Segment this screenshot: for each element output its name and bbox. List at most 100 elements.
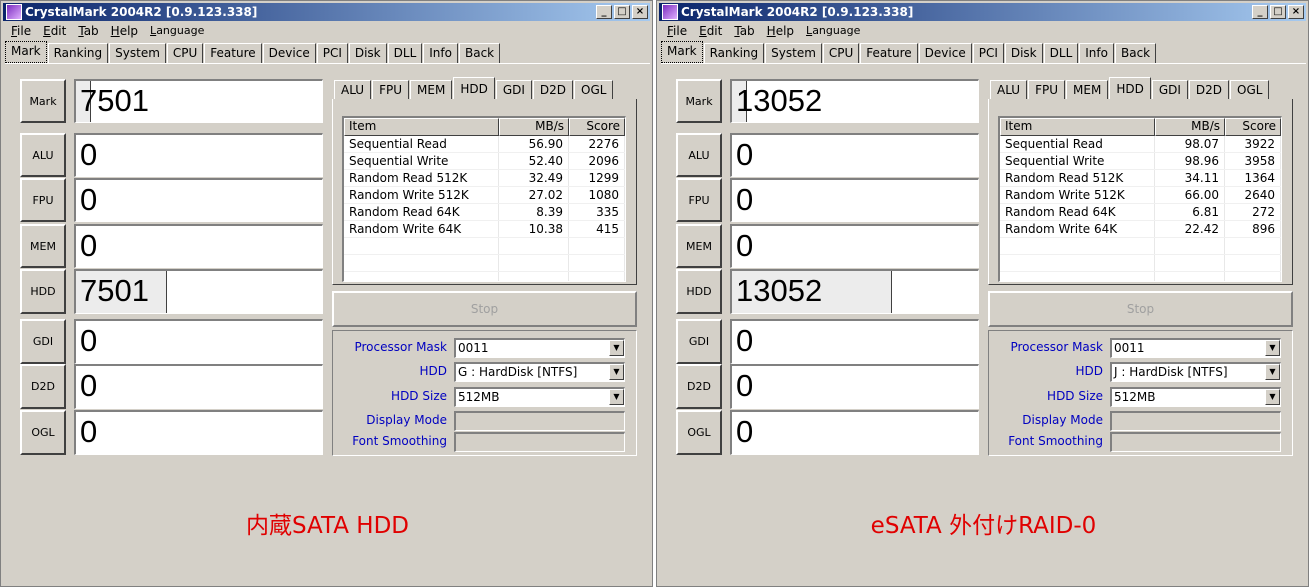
gdi-button[interactable]: GDI: [20, 319, 66, 364]
subtab-mem[interactable]: MEM: [410, 80, 453, 99]
d2d-button[interactable]: D2D: [676, 364, 722, 409]
menu-edit[interactable]: Edit: [37, 22, 72, 40]
alu-button[interactable]: ALU: [20, 133, 66, 177]
hdd-button[interactable]: HDD: [676, 269, 722, 314]
row-score: 1364: [1225, 170, 1281, 186]
subtab-alu[interactable]: ALU: [990, 80, 1028, 99]
subtab-mem[interactable]: MEM: [1066, 80, 1109, 99]
menu-tab[interactable]: Tab: [728, 22, 760, 40]
ogl-button[interactable]: OGL: [676, 410, 722, 455]
window-title: CrystalMark 2004R2 [0.9.123.338]: [681, 5, 914, 19]
alu-button[interactable]: ALU: [676, 133, 722, 177]
hdd-size-select[interactable]: 512MB ▼: [1110, 387, 1281, 407]
row-score: 272: [1225, 204, 1281, 220]
subtab-hdd[interactable]: HDD: [453, 77, 495, 99]
chevron-down-icon[interactable]: ▼: [1265, 364, 1280, 380]
maximize-button[interactable]: □: [614, 5, 630, 19]
tab-dll[interactable]: DLL: [387, 43, 423, 63]
chevron-down-icon[interactable]: ▼: [1265, 389, 1280, 405]
menu-language[interactable]: Language: [800, 22, 866, 40]
chevron-down-icon[interactable]: ▼: [609, 389, 624, 405]
tab-disk[interactable]: Disk: [348, 43, 387, 63]
tab-dll[interactable]: DLL: [1043, 43, 1079, 63]
row-score: 2096: [569, 153, 625, 169]
maximize-button[interactable]: □: [1270, 5, 1286, 19]
header-score[interactable]: Score: [1225, 118, 1281, 136]
subtab-gdi[interactable]: GDI: [495, 80, 532, 99]
chevron-down-icon[interactable]: ▼: [609, 340, 624, 356]
tab-cpu[interactable]: CPU: [822, 43, 860, 63]
title-bar[interactable]: CrystalMark 2004R2 [0.9.123.338] _ □ ×: [3, 3, 650, 21]
hdd-size-select[interactable]: 512MB ▼: [454, 387, 625, 407]
subtab-ogl[interactable]: OGL: [574, 80, 614, 99]
chevron-down-icon[interactable]: ▼: [1265, 340, 1280, 356]
tab-mark[interactable]: Mark: [661, 41, 703, 63]
d2d-button[interactable]: D2D: [20, 364, 66, 409]
tab-device[interactable]: Device: [918, 43, 972, 63]
chevron-down-icon[interactable]: ▼: [609, 364, 624, 380]
row-mbs: 98.07: [1155, 136, 1225, 152]
menu-help[interactable]: Help: [105, 22, 144, 40]
tab-back[interactable]: Back: [458, 43, 501, 63]
mark-button[interactable]: Mark: [676, 79, 722, 123]
row-score: 3922: [1225, 136, 1281, 152]
tab-pci[interactable]: PCI: [316, 43, 348, 63]
hdd-drive-select[interactable]: G : HardDisk [NTFS] ▼: [454, 362, 625, 382]
subtab-fpu[interactable]: FPU: [1028, 80, 1066, 99]
menu-file[interactable]: File: [661, 22, 693, 40]
hdd-size-label: HDD Size: [391, 389, 447, 403]
tab-system[interactable]: System: [109, 43, 166, 63]
tab-feature[interactable]: Feature: [860, 43, 918, 63]
menu-edit[interactable]: Edit: [693, 22, 728, 40]
fpu-button[interactable]: FPU: [20, 178, 66, 222]
tab-mark[interactable]: Mark: [5, 41, 47, 63]
title-bar[interactable]: CrystalMark 2004R2 [0.9.123.338] _ □ ×: [659, 3, 1306, 21]
tab-pci[interactable]: PCI: [972, 43, 1004, 63]
subtab-ogl[interactable]: OGL: [1230, 80, 1270, 99]
header-item[interactable]: Item: [1000, 118, 1155, 136]
tab-disk[interactable]: Disk: [1004, 43, 1043, 63]
close-button[interactable]: ×: [1288, 5, 1304, 19]
subtab-fpu[interactable]: FPU: [372, 80, 410, 99]
tab-info[interactable]: Info: [423, 43, 458, 63]
header-mbs[interactable]: MB/s: [499, 118, 569, 136]
tab-cpu[interactable]: CPU: [166, 43, 204, 63]
header-mbs[interactable]: MB/s: [1155, 118, 1225, 136]
stop-button[interactable]: Stop: [988, 291, 1293, 327]
subtab-gdi[interactable]: GDI: [1151, 80, 1188, 99]
subtab-alu[interactable]: ALU: [334, 80, 372, 99]
gdi-button[interactable]: GDI: [676, 319, 722, 364]
row-item: Sequential Read: [1000, 136, 1155, 152]
menu-help[interactable]: Help: [761, 22, 800, 40]
tab-info[interactable]: Info: [1079, 43, 1114, 63]
processor-mask-select[interactable]: 0011 ▼: [1110, 338, 1281, 358]
tab-ranking[interactable]: Ranking: [47, 43, 109, 63]
tab-system[interactable]: System: [765, 43, 822, 63]
minimize-button[interactable]: _: [596, 5, 612, 19]
mark-button[interactable]: Mark: [20, 79, 66, 123]
tab-back[interactable]: Back: [1114, 43, 1157, 63]
processor-mask-label: Processor Mask: [1010, 340, 1103, 354]
tab-ranking[interactable]: Ranking: [703, 43, 765, 63]
mem-button[interactable]: MEM: [20, 224, 66, 268]
mem-button[interactable]: MEM: [676, 224, 722, 268]
subtab-d2d[interactable]: D2D: [1188, 80, 1230, 99]
subtab-hdd[interactable]: HDD: [1109, 77, 1151, 99]
menu-language[interactable]: Language: [144, 22, 210, 40]
hdd-button[interactable]: HDD: [20, 269, 66, 314]
tab-device[interactable]: Device: [262, 43, 316, 63]
menu-tab[interactable]: Tab: [72, 22, 104, 40]
subtab-d2d[interactable]: D2D: [532, 80, 574, 99]
fpu-button[interactable]: FPU: [676, 178, 722, 222]
ogl-button[interactable]: OGL: [20, 410, 66, 455]
menu-file[interactable]: File: [5, 22, 37, 40]
stop-button[interactable]: Stop: [332, 291, 637, 327]
tab-feature[interactable]: Feature: [204, 43, 262, 63]
header-item[interactable]: Item: [344, 118, 499, 136]
close-button[interactable]: ×: [632, 5, 648, 19]
minimize-button[interactable]: _: [1252, 5, 1268, 19]
hdd-drive-select[interactable]: J : HardDisk [NTFS] ▼: [1110, 362, 1281, 382]
hdd-drive-value: G : HardDisk [NTFS]: [458, 365, 578, 379]
header-score[interactable]: Score: [569, 118, 625, 136]
processor-mask-select[interactable]: 0011 ▼: [454, 338, 625, 358]
